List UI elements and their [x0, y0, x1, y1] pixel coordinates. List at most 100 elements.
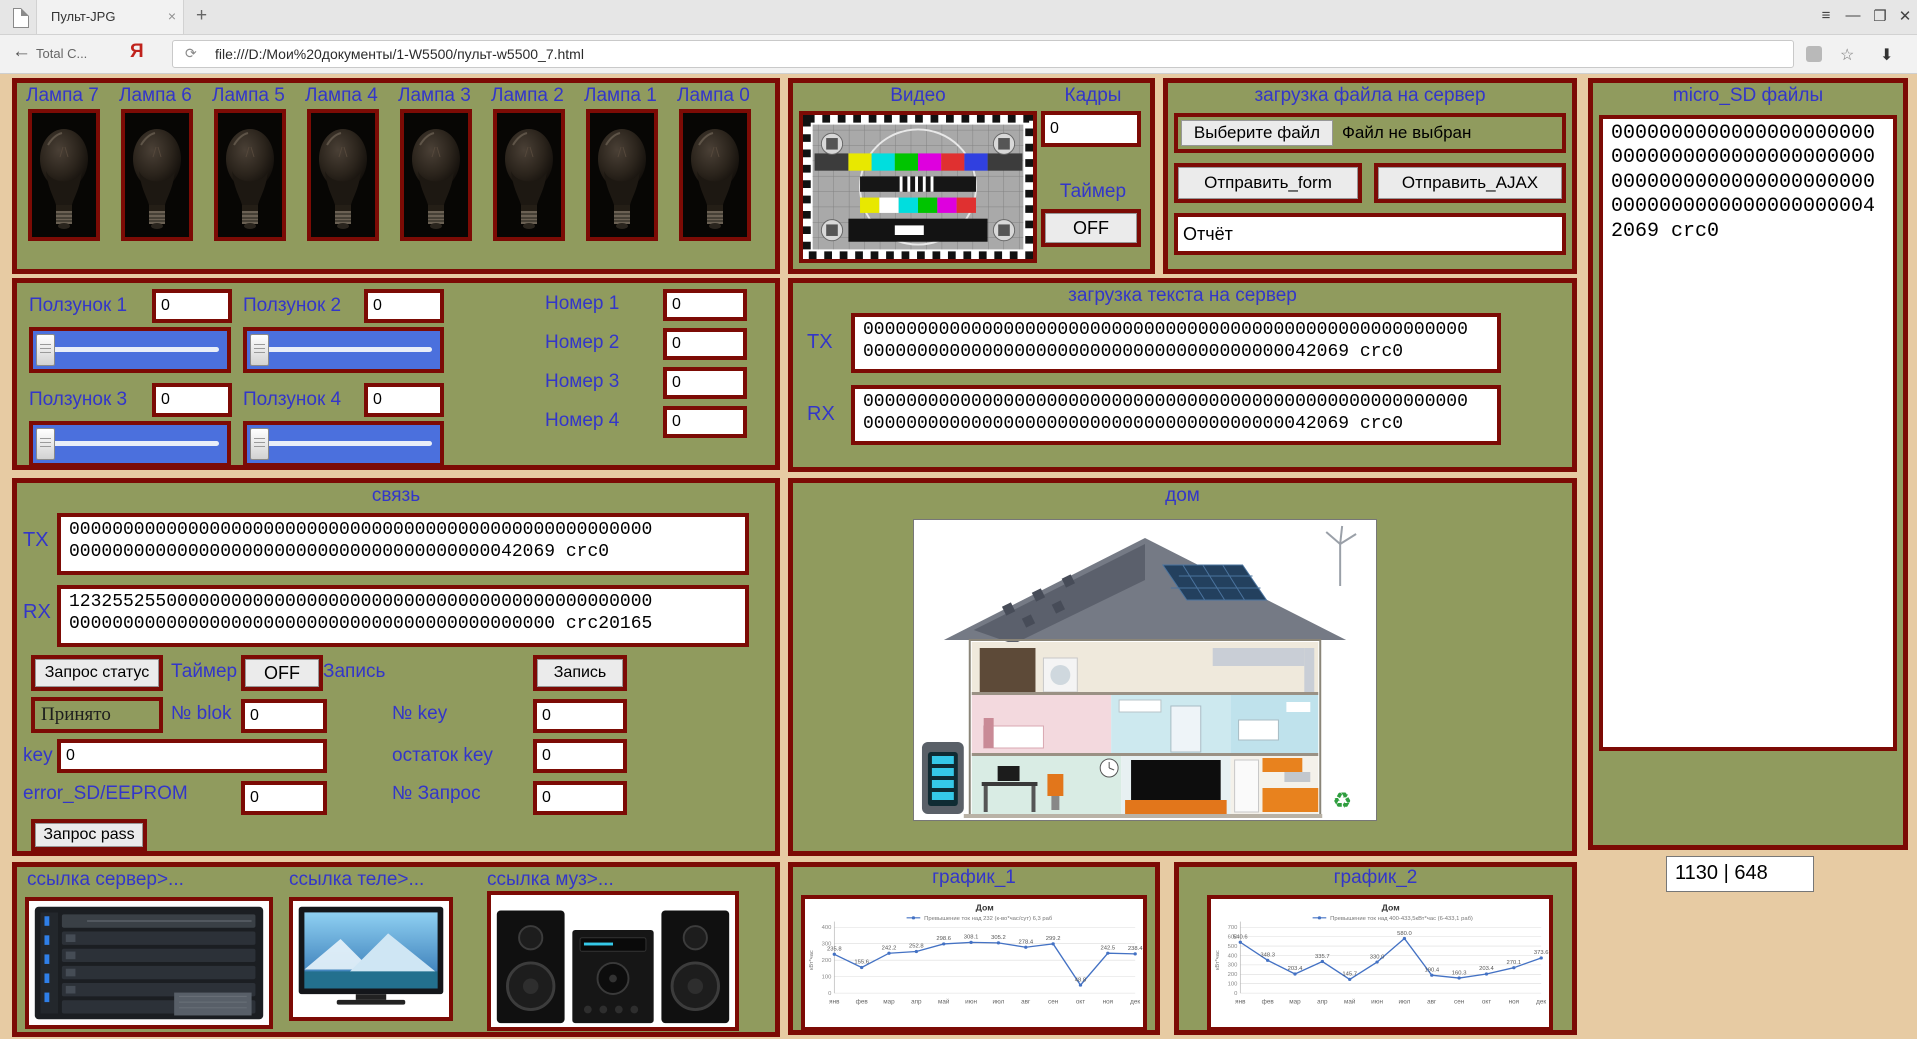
lamp-6-bulb-image[interactable] — [121, 109, 193, 241]
bookmark-star-icon[interactable]: ☆ — [1840, 45, 1854, 65]
svg-text:фев: фев — [856, 999, 869, 1006]
pass-request-button[interactable]: Запрос pass — [35, 823, 143, 847]
lamp-cell: Лампа 1 — [584, 85, 677, 271]
video-timer-frame: OFF — [1041, 209, 1141, 247]
frames-value-input[interactable] — [1045, 115, 1137, 143]
comm-rx-textarea[interactable]: 1232552550000000000000000000000000000000… — [61, 589, 745, 643]
svg-text:160.3: 160.3 — [1452, 970, 1467, 976]
slider-track[interactable] — [264, 441, 432, 446]
number-1-input[interactable] — [667, 293, 743, 317]
blok-input[interactable] — [245, 703, 323, 729]
video-timer-button[interactable]: OFF — [1045, 213, 1137, 243]
number-3-frame — [663, 367, 747, 399]
yandex-logo-icon[interactable]: Я — [130, 41, 144, 63]
svg-text:252.8: 252.8 — [909, 944, 924, 950]
lamp-0-bulb-image[interactable] — [679, 109, 751, 241]
svg-text:♻: ♻ — [1332, 788, 1352, 813]
send-form-button[interactable]: Отправить_form — [1178, 167, 1358, 199]
slider-track[interactable] — [50, 347, 219, 352]
svg-text:апр: апр — [911, 999, 922, 1006]
house-panel: дом — [788, 478, 1577, 856]
svg-text:155.6: 155.6 — [854, 960, 869, 966]
extension-icon[interactable] — [1806, 46, 1822, 62]
blok-frame — [241, 699, 327, 733]
slider-1[interactable] — [29, 327, 231, 373]
server-link[interactable]: ссылка сервер>... — [27, 869, 184, 891]
comm-rx-frame: 1232552550000000000000000000000000000000… — [57, 585, 749, 647]
pass-request-frame: Запрос pass — [31, 819, 147, 851]
slider-3[interactable] — [29, 421, 231, 467]
slider-4[interactable] — [243, 421, 444, 467]
new-tab-button[interactable]: + — [196, 5, 207, 27]
text-upload-rx-textarea[interactable]: 0000000000000000000000000000000000000000… — [855, 389, 1497, 441]
lamp-5-bulb-image[interactable] — [214, 109, 286, 241]
slider-handle[interactable] — [36, 428, 55, 460]
browser-tab[interactable]: Пульт-JPG × — [36, 0, 184, 34]
refresh-icon[interactable]: ⟳ — [185, 45, 197, 62]
chart-1-title: график_1 — [793, 867, 1155, 889]
record-button[interactable]: Запись — [537, 659, 623, 687]
send-ajax-button[interactable]: Отправить_AJAX — [1378, 167, 1562, 199]
number-2-input[interactable] — [667, 332, 743, 356]
slider-4-value-input[interactable] — [368, 387, 440, 413]
comm-tx-textarea[interactable]: 0000000000000000000000000000000000000000… — [61, 517, 745, 571]
report-input[interactable] — [1178, 217, 1562, 251]
number-3-label: Номер 3 — [545, 371, 619, 393]
key-input[interactable] — [61, 743, 323, 769]
lamp-4-bulb-image[interactable] — [307, 109, 379, 241]
back-button[interactable]: ← — [12, 41, 31, 63]
key-num-input[interactable] — [537, 703, 623, 729]
lamp-2-bulb-image[interactable] — [493, 109, 565, 241]
slider-handle[interactable] — [36, 334, 55, 366]
slider-track[interactable] — [264, 347, 432, 352]
music-link[interactable]: ссылка муз>... — [487, 869, 614, 891]
tv-link[interactable]: ссылка теле>... — [289, 869, 424, 891]
number-4-input[interactable] — [667, 410, 743, 434]
frames-label: Кадры — [1041, 85, 1145, 107]
address-bar[interactable]: ⟳ file:///D:/Мои%20документы/1-W5500/пул… — [172, 40, 1794, 68]
number-3-input[interactable] — [667, 371, 743, 395]
key-rest-input[interactable] — [537, 743, 623, 769]
slider-track[interactable] — [50, 441, 219, 446]
sd-files-textarea[interactable]: 0000000000000000000000 00000000000000000… — [1603, 119, 1893, 747]
tv-link-image[interactable] — [289, 897, 453, 1021]
slider-2-value-input[interactable] — [368, 293, 440, 319]
menu-icon[interactable]: ≡ — [1814, 7, 1838, 24]
status-request-button[interactable]: Запрос статус — [35, 659, 159, 687]
back-button-label[interactable]: Total C... — [36, 46, 87, 61]
lamp-cell: Лампа 2 — [491, 85, 584, 271]
lamp-1-bulb-image[interactable] — [586, 109, 658, 241]
text-upload-tx-textarea[interactable]: 0000000000000000000000000000000000000000… — [855, 317, 1497, 369]
svg-text:305.2: 305.2 — [991, 935, 1006, 941]
slider-handle[interactable] — [250, 334, 269, 366]
record-label: Запись — [323, 661, 385, 683]
chart-2-panel: график_2 0100200300400500600700540.6348.… — [1174, 862, 1577, 1035]
download-icon[interactable]: ⬇ — [1880, 45, 1893, 65]
choose-file-button[interactable]: Выберите файл — [1181, 120, 1333, 146]
chart-1-panel: график_1 0100200300400235.8155.6242.2252… — [788, 862, 1160, 1035]
slider-1-value-input[interactable] — [156, 293, 228, 319]
svg-text:мар: мар — [883, 999, 895, 1006]
comm-timer-frame: OFF — [241, 655, 323, 691]
close-icon[interactable]: ✕ — [1893, 7, 1917, 25]
request-num-input[interactable] — [537, 785, 623, 811]
maximize-icon[interactable]: ❐ — [1868, 7, 1892, 25]
svg-text:0: 0 — [1234, 991, 1237, 997]
accepted-status: Принято — [35, 701, 159, 729]
tab-close-icon[interactable]: × — [168, 8, 176, 24]
slider-3-value-input[interactable] — [156, 387, 228, 413]
slider-handle[interactable] — [250, 428, 269, 460]
svg-text:авг: авг — [1427, 999, 1437, 1006]
lamp-3-bulb-image[interactable] — [400, 109, 472, 241]
svg-text:дек: дек — [1130, 999, 1140, 1006]
slider-2[interactable] — [243, 327, 444, 373]
music-link-image[interactable] — [487, 891, 739, 1031]
svg-text:700: 700 — [1228, 925, 1238, 931]
lamp-7-bulb-image[interactable] — [28, 109, 100, 241]
minimize-icon[interactable]: — — [1841, 7, 1865, 24]
url-text[interactable]: file:///D:/Мои%20документы/1-W5500/пульт… — [215, 46, 584, 62]
text-upload-rx-frame: 0000000000000000000000000000000000000000… — [851, 385, 1501, 445]
server-link-image[interactable] — [25, 897, 273, 1029]
error-sd-input[interactable] — [245, 785, 323, 811]
comm-timer-button[interactable]: OFF — [245, 659, 319, 687]
